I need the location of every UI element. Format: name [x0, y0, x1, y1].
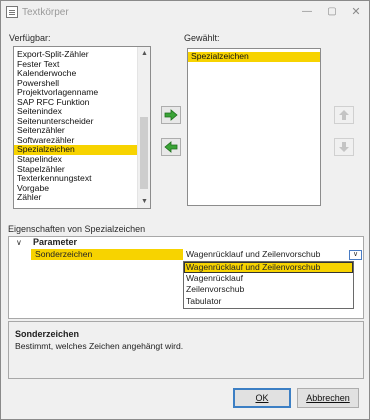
cancel-label: Abbrechen	[306, 393, 350, 403]
property-value[interactable]: Wagenrücklauf und Zeilenvorschub	[183, 249, 363, 260]
scroll-thumb[interactable]	[140, 117, 148, 189]
description-text: Bestimmt, welches Zeichen angehängt wird…	[15, 341, 184, 351]
property-name: Sonderzeichen	[31, 249, 183, 260]
add-item-button[interactable]	[161, 106, 181, 124]
ok-label: OK	[255, 393, 269, 403]
dropdown-option[interactable]: Tabulator	[184, 296, 353, 307]
dialog-icon	[6, 6, 18, 18]
properties-label: Eigenschaften von Spezialzeichen	[8, 224, 146, 234]
arrow-down-icon	[339, 142, 349, 152]
arrow-right-icon	[164, 109, 178, 121]
selected-list-item[interactable]: Spezialzeichen	[188, 51, 320, 62]
move-down-button[interactable]	[334, 138, 354, 156]
dropdown-toggle-icon[interactable]: ∨	[349, 250, 362, 260]
collapse-icon[interactable]: ∨	[16, 237, 22, 248]
arrow-up-icon	[339, 110, 349, 120]
ok-button[interactable]: OK	[233, 388, 291, 408]
scroll-up-icon[interactable]: ▲	[138, 47, 150, 60]
dropdown-option[interactable]: Wagenrücklauf	[184, 273, 353, 284]
description-title: Sonderzeichen	[15, 329, 80, 339]
title-bar[interactable]: Textkörper — ▢ ✕	[1, 1, 369, 23]
window-title: Textkörper	[22, 7, 69, 18]
maximize-button[interactable]: ▢	[321, 4, 343, 20]
property-description: Sonderzeichen Bestimmt, welches Zeichen …	[8, 321, 364, 379]
close-button[interactable]: ✕	[345, 4, 367, 20]
property-group-name: Parameter	[33, 237, 78, 247]
cancel-button[interactable]: Abbrechen	[297, 388, 359, 408]
available-list[interactable]: Export-Split-Zähler Fester Text Kalenderwo…	[13, 46, 151, 209]
dropdown-option[interactable]: Wagenrücklauf und Zeilenvorschub	[184, 262, 353, 274]
minimize-button[interactable]: —	[296, 4, 318, 20]
dialog-window: Textkörper — ▢ ✕ Verfügbar: Export-Split…	[0, 0, 370, 420]
remove-item-button[interactable]	[161, 138, 181, 156]
arrow-left-icon	[164, 141, 178, 153]
move-up-button[interactable]	[334, 106, 354, 124]
dropdown-option[interactable]: Zeilenvorschub	[184, 284, 353, 295]
property-row-sonderzeichen[interactable]: Sonderzeichen Wagenrücklauf und Zeilenvo…	[9, 249, 363, 260]
selected-list[interactable]: Spezialzeichen	[187, 48, 321, 206]
scroll-down-icon[interactable]: ▼	[138, 195, 150, 208]
available-scrollbar[interactable]: ▲ ▼	[137, 47, 150, 208]
selected-items: Spezialzeichen	[188, 49, 320, 62]
available-label: Verfügbar:	[9, 33, 51, 43]
sonderzeichen-dropdown: Wagenrücklauf und Zeilenvorschub Wagenrüc…	[183, 261, 354, 309]
available-list-item[interactable]: Zähler	[14, 193, 150, 203]
property-group-header[interactable]: ∨ Parameter	[9, 237, 363, 248]
available-items: Export-Split-Zähler Fester Text Kalenderwo…	[14, 47, 150, 203]
selected-label: Gewählt:	[184, 33, 220, 43]
